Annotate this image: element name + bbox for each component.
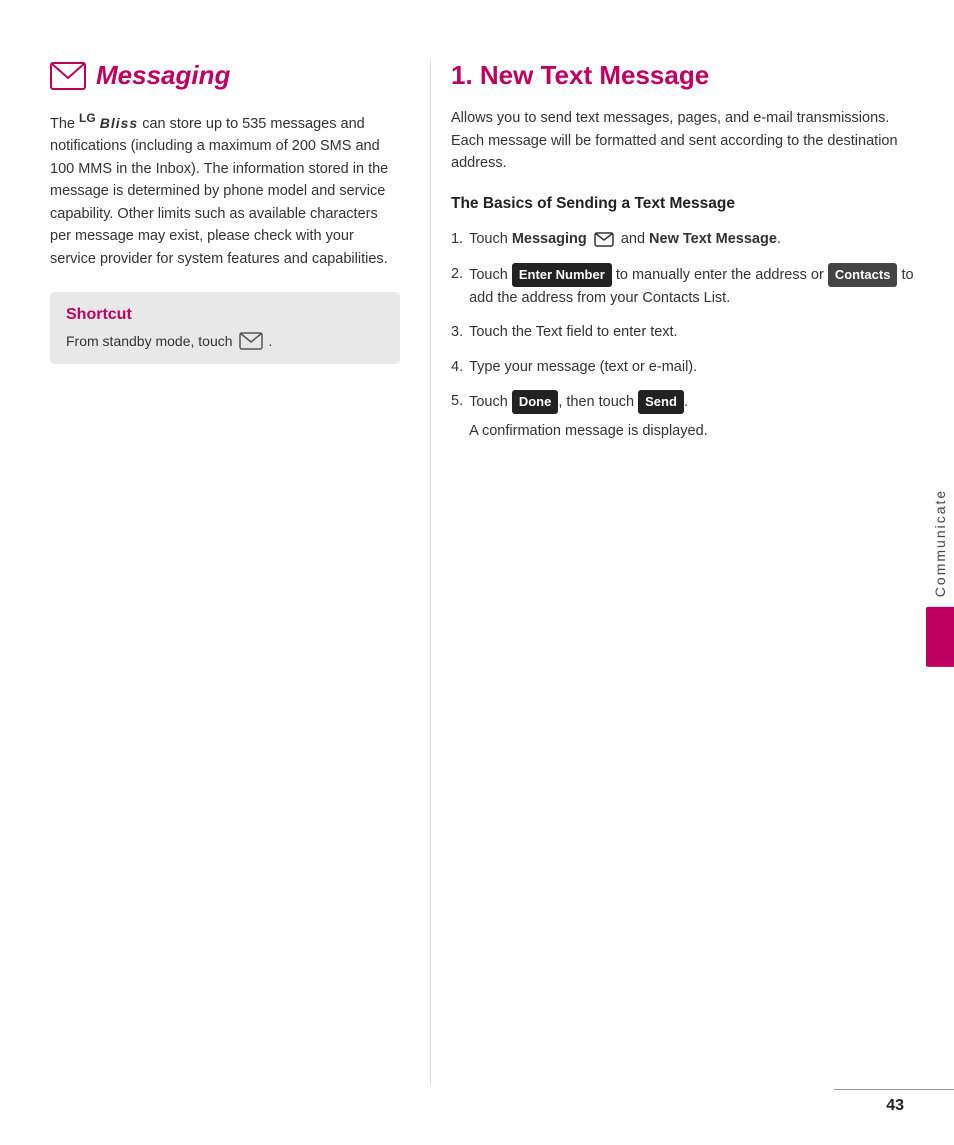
shortcut-envelope-icon (239, 332, 263, 350)
step-3-num: 3. (451, 321, 463, 343)
enter-number-button: Enter Number (512, 263, 612, 287)
messaging-body: The LG Bliss can store up to 535 message… (50, 109, 400, 270)
shortcut-box: Shortcut From standby mode, touch . (50, 292, 400, 364)
messaging-section-title: Messaging (50, 60, 400, 91)
step-2-content: Touch Enter Number to manually enter the… (469, 263, 924, 310)
shortcut-title: Shortcut (66, 306, 384, 324)
step-1-content: Touch Messaging and New Text Message. (469, 228, 924, 250)
step-4: 4. Type your message (text or e-mail). (451, 356, 924, 378)
right-column: 1. New Text Message Allows you to send t… (430, 60, 924, 1085)
shortcut-from-text: From standby mode, touch (66, 333, 233, 349)
step-5: 5. Touch Done, then touch Send. A confir… (451, 390, 924, 443)
communicate-side-tab: Communicate (926, 478, 954, 666)
shortcut-period: . (269, 333, 273, 349)
step-1-new-text-bold: New Text Message (649, 231, 777, 247)
messaging-title: Messaging (96, 60, 230, 91)
step-1-messaging-bold: Messaging (512, 231, 587, 247)
step-1: 1. Touch Messaging and New Text Message. (451, 228, 924, 250)
send-button: Send (638, 390, 684, 414)
page: Messaging The LG Bliss can store up to 5… (0, 0, 954, 1145)
bottom-divider (834, 1089, 954, 1090)
communicate-label: Communicate (932, 478, 948, 606)
steps-list: 1. Touch Messaging and New Text Message.… (451, 228, 924, 443)
step-5-content: Touch Done, then touch Send. A confirmat… (469, 390, 924, 443)
envelope-icon (50, 62, 86, 90)
can-store-text: can store up to 535 messages and notific… (50, 116, 388, 267)
page-number: 43 (886, 1097, 904, 1115)
intro-text: Allows you to send text messages, pages,… (451, 107, 924, 174)
sub-heading: The Basics of Sending a Text Message (451, 193, 924, 215)
step-3: 3. Touch the Text field to enter text. (451, 321, 924, 343)
step-1-num: 1. (451, 228, 463, 250)
bliss-brand: Bliss (100, 115, 138, 131)
new-text-message-title: 1. New Text Message (451, 60, 924, 91)
step-4-content: Type your message (text or e-mail). (469, 356, 924, 378)
done-button: Done (512, 390, 559, 414)
step-1-envelope-icon (594, 232, 614, 247)
confirmation-text: A confirmation message is displayed. (469, 420, 924, 442)
communicate-bar (926, 607, 954, 667)
step-4-num: 4. (451, 356, 463, 378)
left-column: Messaging The LG Bliss can store up to 5… (50, 60, 430, 1085)
lg-logo: LG (79, 111, 96, 125)
shortcut-text: From standby mode, touch . (66, 332, 384, 350)
step-2-num: 2. (451, 263, 463, 310)
step-2: 2. Touch Enter Number to manually enter … (451, 263, 924, 310)
step-5-num: 5. (451, 390, 463, 443)
contacts-button: Contacts (828, 263, 898, 287)
step-3-content: Touch the Text field to enter text. (469, 321, 924, 343)
